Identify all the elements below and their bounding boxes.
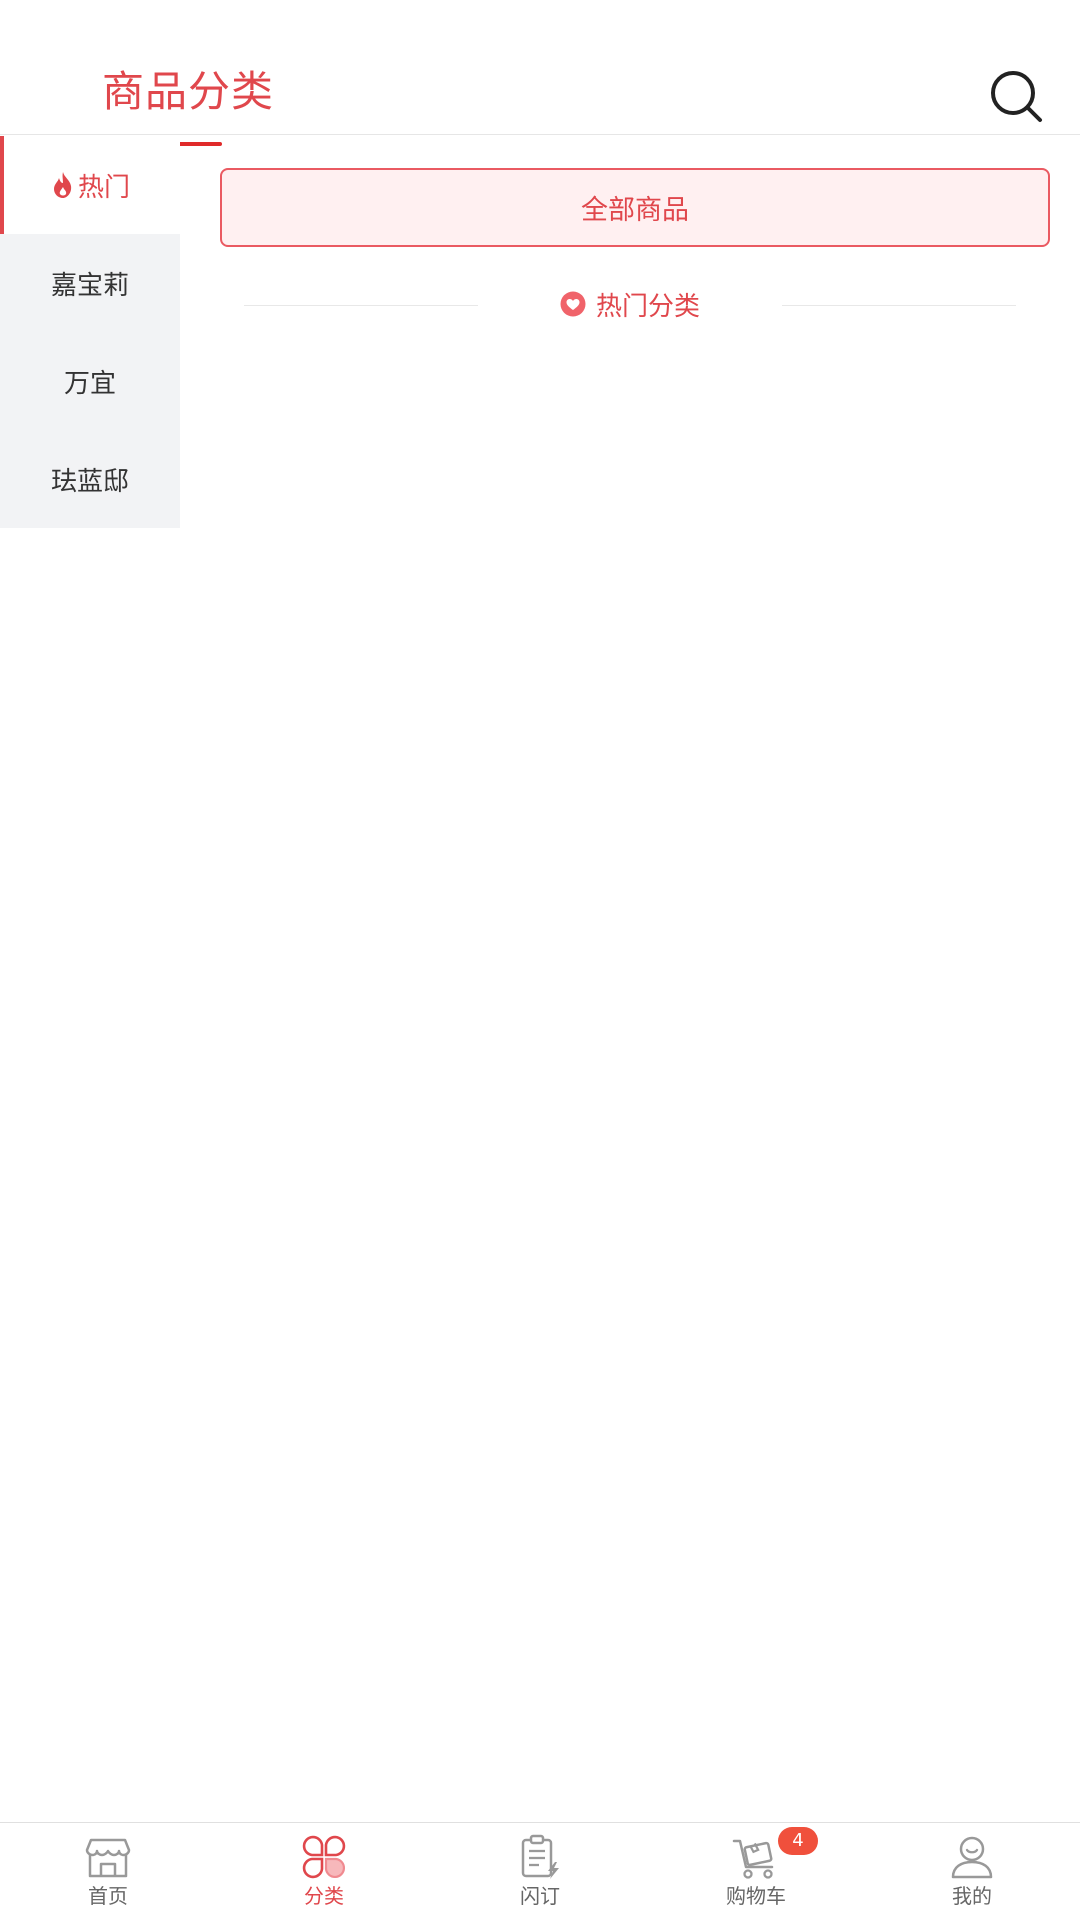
category-icon xyxy=(300,1833,348,1881)
sidebar-item-jiabaoli[interactable]: 嘉宝莉 xyxy=(0,234,180,332)
flash-order-icon xyxy=(516,1833,564,1881)
tab-cart[interactable]: 购物车 4 xyxy=(648,1823,864,1920)
sidebar-item-hot[interactable]: 热门 xyxy=(0,136,180,234)
cart-count-badge: 4 xyxy=(778,1827,818,1855)
tab-home[interactable]: 首页 xyxy=(0,1823,216,1920)
tab-label: 购物车 xyxy=(726,1884,786,1908)
app-root: 商品分类 热门 嘉宝莉 万宜 珐蓝邸 全部商品 热门分类 首页 分类 闪订 购物… xyxy=(0,0,1080,1920)
header: 商品分类 xyxy=(0,50,1080,146)
page-title: 商品分类 xyxy=(102,67,275,116)
search-icon xyxy=(991,71,1042,122)
all-goods-label: 全部商品 xyxy=(581,195,689,226)
cart-icon xyxy=(732,1833,780,1881)
divider-left xyxy=(244,305,478,306)
flame-icon xyxy=(50,170,76,200)
sidebar-item-label: 嘉宝莉 xyxy=(50,270,129,301)
user-icon xyxy=(948,1833,996,1881)
tab-flash-order[interactable]: 闪订 xyxy=(432,1823,648,1920)
tab-label: 闪订 xyxy=(520,1884,560,1908)
sidebar-item-label: 热门 xyxy=(77,172,130,203)
tab-mine[interactable]: 我的 xyxy=(864,1823,1080,1920)
sidebar-item-wanyi[interactable]: 万宜 xyxy=(0,332,180,430)
hot-category-section-title: 热门分类 xyxy=(244,284,1016,324)
sidebar-item-falandi[interactable]: 珐蓝邸 xyxy=(0,430,180,528)
sidebar-item-label: 珐蓝邸 xyxy=(50,466,129,497)
heart-icon xyxy=(560,291,586,317)
divider-right xyxy=(782,305,1016,306)
category-sidebar: 热门 嘉宝莉 万宜 珐蓝邸 xyxy=(0,136,180,528)
tab-label: 分类 xyxy=(304,1884,344,1908)
status-bar xyxy=(0,0,1080,50)
sidebar-item-label: 万宜 xyxy=(63,368,116,399)
bottom-tab-bar: 首页 分类 闪订 购物车 4 我的 xyxy=(0,1822,1080,1920)
section-title-group: 热门分类 xyxy=(560,284,700,324)
tab-label: 首页 xyxy=(88,1884,128,1908)
tab-label: 我的 xyxy=(952,1884,992,1908)
tab-category[interactable]: 分类 xyxy=(216,1823,432,1920)
search-button[interactable] xyxy=(980,60,1054,134)
all-goods-button[interactable]: 全部商品 xyxy=(220,168,1050,247)
shop-icon xyxy=(84,1833,132,1881)
section-title-text: 热门分类 xyxy=(596,291,701,322)
